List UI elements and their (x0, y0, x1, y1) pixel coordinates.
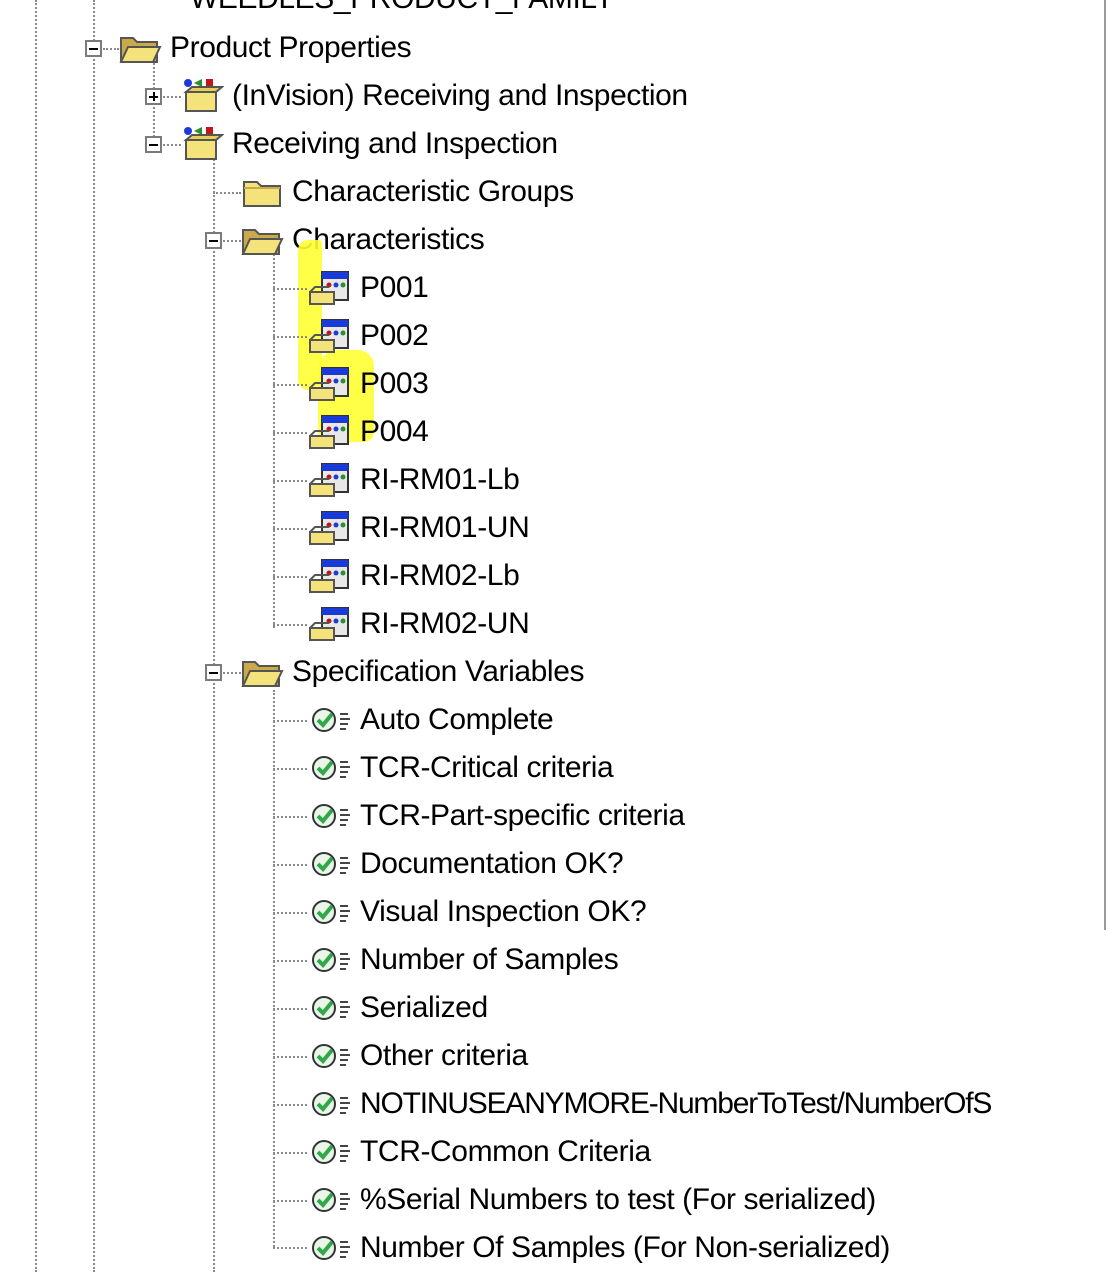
tree-item-characteristic[interactable]: RI-RM01-Lb (308, 460, 520, 500)
tree-connector (273, 1056, 307, 1058)
tree-item-characteristic[interactable]: P002 (308, 316, 429, 356)
tree-connector (273, 1247, 307, 1249)
check-variable-icon (306, 798, 356, 834)
characteristic-icon (308, 606, 352, 642)
product-properties-tree: WEEDLES_PRODUCT_FAMILY Product Propertie… (0, 0, 1112, 1272)
tree-connector (273, 1104, 307, 1106)
tree-item-spec-var[interactable]: NOTINUSEANYMORE-NumberToTest/NumberOfS (306, 1084, 992, 1124)
collapse-receiving-button[interactable] (145, 136, 162, 153)
tree-connector (273, 768, 307, 770)
characteristic-icon (308, 462, 352, 498)
tree-item-spec-var[interactable]: %Serial Numbers to test (For serialized) (306, 1180, 876, 1220)
tree-line-spec-vars (273, 690, 275, 1247)
tree-connector (273, 912, 307, 914)
tree-item-characteristic-groups[interactable]: Characteristic Groups (240, 172, 574, 212)
tree-connector (273, 576, 307, 578)
tree-connector (273, 816, 307, 818)
tree-connector (273, 432, 307, 434)
tree-connector (163, 144, 181, 146)
collapse-product-properties-button[interactable] (85, 40, 102, 57)
tree-item-characteristic[interactable]: RI-RM02-Lb (308, 556, 520, 596)
folder-icon (240, 174, 284, 210)
collapse-characteristics-button[interactable] (205, 232, 222, 249)
tree-connector (103, 48, 119, 50)
characteristic-icon (308, 318, 352, 354)
tree-item-characteristic[interactable]: P003 (308, 364, 429, 404)
tree-connector (273, 1200, 307, 1202)
tree-connector (273, 480, 307, 482)
tree-item-spec-var[interactable]: TCR-Common Criteria (306, 1132, 651, 1172)
tree-line-root (35, 0, 37, 1272)
tree-item-product-properties[interactable]: Product Properties (118, 28, 412, 68)
tree-connector (273, 864, 307, 866)
tree-connector (273, 624, 307, 626)
check-variable-icon (306, 1230, 356, 1266)
tree-item-spec-var[interactable]: Visual Inspection OK? (306, 892, 647, 932)
tree-item-spec-var[interactable]: Auto Complete (306, 700, 554, 740)
tree-item-spec-var[interactable]: Documentation OK? (306, 844, 624, 884)
characteristic-icon (308, 270, 352, 306)
expand-invision-receiving-button[interactable] (145, 88, 162, 105)
tree-connector (273, 720, 307, 722)
open-folder-icon (240, 222, 284, 258)
check-variable-icon (306, 702, 356, 738)
tree-item-partial-top[interactable]: WEEDLES_PRODUCT_FAMILY (190, 0, 614, 16)
characteristic-icon (308, 366, 352, 402)
tree-item-characteristic[interactable]: RI-RM01-UN (308, 508, 530, 548)
tree-item-spec-var[interactable]: Serialized (306, 988, 488, 1028)
characteristic-icon (308, 414, 352, 450)
tree-connector (273, 288, 307, 290)
characteristic-icon (308, 510, 352, 546)
tree-item-characteristic[interactable]: P004 (308, 412, 429, 452)
check-variable-icon (306, 942, 356, 978)
panel-right-edge (1104, 0, 1106, 930)
tree-item-spec-vars[interactable]: Specification Variables (240, 652, 584, 692)
tree-line-receiving (213, 156, 215, 1272)
check-variable-icon (306, 990, 356, 1026)
check-variable-icon (306, 846, 356, 882)
tree-connector (163, 96, 181, 98)
tree-line-characteristics (273, 254, 275, 628)
tree-connector (273, 336, 307, 338)
tree-connector (273, 1008, 307, 1010)
open-folder-icon (118, 30, 162, 66)
tree-line-level1 (93, 0, 95, 1272)
tree-connector (273, 384, 307, 386)
property-group-icon (180, 78, 224, 114)
characteristic-icon (308, 558, 352, 594)
collapse-spec-vars-button[interactable] (205, 664, 222, 681)
tree-item-characteristics[interactable]: Characteristics (240, 220, 485, 260)
property-group-icon (180, 126, 224, 162)
open-folder-icon (240, 654, 284, 690)
tree-item-spec-var[interactable]: TCR-Critical criteria (306, 748, 614, 788)
check-variable-icon (306, 1038, 356, 1074)
tree-item-spec-var[interactable]: Number of Samples (306, 940, 619, 980)
tree-item-spec-var[interactable]: Other criteria (306, 1036, 528, 1076)
check-variable-icon (306, 894, 356, 930)
tree-item-receiving[interactable]: Receiving and Inspection (180, 124, 558, 164)
check-variable-icon (306, 1086, 356, 1122)
tree-connector (273, 960, 307, 962)
check-variable-icon (306, 1182, 356, 1218)
tree-item-spec-var[interactable]: TCR-Part-specific criteria (306, 796, 685, 836)
check-variable-icon (306, 1134, 356, 1170)
tree-item-characteristic[interactable]: P001 (308, 268, 429, 308)
tree-connector (273, 528, 307, 530)
tree-item-spec-var[interactable]: Number Of Samples (For Non-serialized) (306, 1228, 890, 1268)
tree-connector (273, 1152, 307, 1154)
tree-connector (223, 672, 241, 674)
tree-item-characteristic[interactable]: RI-RM02-UN (308, 604, 530, 644)
check-variable-icon (306, 750, 356, 786)
tree-item-invision-receiving[interactable]: (InVision) Receiving and Inspection (180, 76, 688, 116)
tree-connector (213, 192, 241, 194)
tree-connector (223, 240, 241, 242)
